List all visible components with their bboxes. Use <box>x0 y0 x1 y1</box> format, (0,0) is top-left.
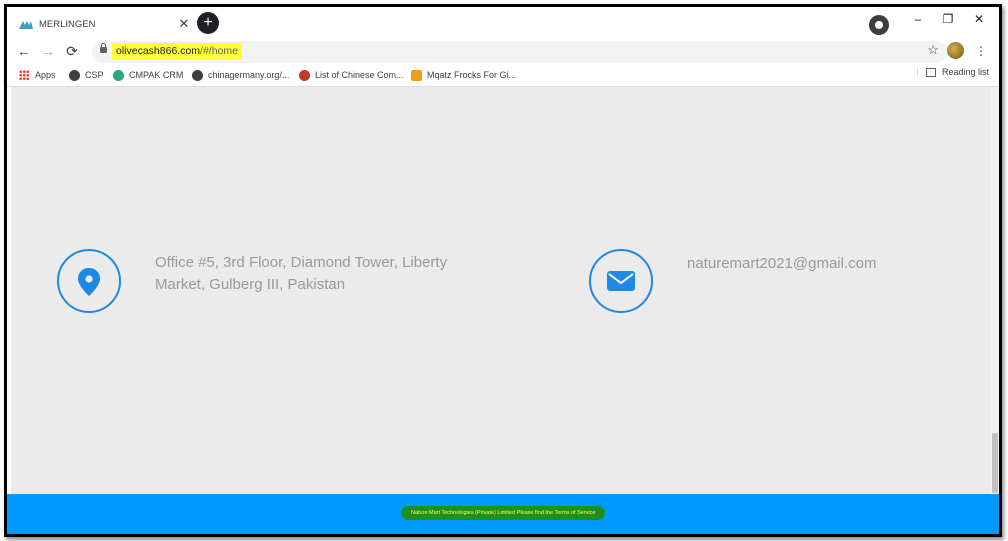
globe-icon <box>69 69 80 81</box>
tab-close-icon[interactable]: ✕ <box>177 16 191 32</box>
bookmark-label: Apps <box>35 70 56 80</box>
forward-button[interactable]: → <box>39 42 57 60</box>
bookmark-apps[interactable]: Apps <box>19 67 56 83</box>
bookmarks-bar: Apps CSP CMPAK CRM chinagermany.org/... … <box>7 64 999 87</box>
profile-avatar[interactable] <box>947 42 964 59</box>
minimize-button[interactable]: – <box>903 9 933 29</box>
lock-icon <box>100 43 107 53</box>
scrollbar-thumb[interactable] <box>992 433 998 493</box>
address-bar[interactable]: olivecash866.com/#/home ☆ <box>92 41 947 63</box>
bookmark-label: Mqatz Frocks For Gi... <box>427 70 517 80</box>
browser-window: MERLINGEN ✕ + – ❐ ✕ ← → ⟳ olivecash866.c… <box>4 4 1002 537</box>
cmpak-icon <box>113 69 124 81</box>
url-host: olivecash866.com <box>116 45 201 57</box>
tab-merlingen[interactable]: MERLINGEN ✕ <box>19 12 191 36</box>
restore-button[interactable]: ❐ <box>933 9 963 29</box>
email-circle <box>589 249 653 313</box>
bookmark-cmpak-crm[interactable]: CMPAK CRM <box>113 67 183 83</box>
site-icon <box>411 69 422 81</box>
download-indicator-icon[interactable] <box>869 15 889 35</box>
reading-list-icon <box>925 67 936 77</box>
url-text[interactable]: olivecash866.com/#/home <box>112 43 242 60</box>
globe-icon <box>192 69 203 81</box>
page-scrollbar[interactable] <box>991 87 999 494</box>
new-tab-button[interactable]: + <box>197 12 219 34</box>
site-icon <box>299 69 310 81</box>
office-address: Office #5, 3rd Floor, Diamond Tower, Lib… <box>155 254 448 293</box>
merlingen-logo-icon <box>19 21 33 29</box>
footer-terms-text[interactable]: Nature Mart Technologies (Private) Limit… <box>401 506 606 520</box>
tab-title: MERLINGEN <box>39 18 96 30</box>
page-content: Office #5, 3rd Floor, Diamond Tower, Lib… <box>11 87 991 494</box>
contact-email[interactable]: naturemart2021@gmail.com <box>687 255 876 272</box>
reading-list-label: Reading list <box>941 67 989 77</box>
back-button[interactable]: ← <box>15 42 33 60</box>
reading-list-button[interactable]: Reading list <box>916 67 989 77</box>
bookmark-mqatz[interactable]: Mqatz Frocks For Gi... <box>411 67 516 83</box>
location-circle <box>57 249 121 313</box>
bookmark-label: CSP <box>85 70 104 80</box>
bookmark-csp[interactable]: CSP <box>69 67 104 83</box>
bookmark-label: CMPAK CRM <box>129 70 184 80</box>
bookmark-chinagermany[interactable]: chinagermany.org/... <box>192 67 289 83</box>
tab-strip: MERLINGEN ✕ + – ❐ ✕ <box>7 7 999 40</box>
close-window-button[interactable]: ✕ <box>964 9 994 29</box>
bookmark-star-icon[interactable]: ☆ <box>927 42 939 58</box>
bookmark-chinese-com[interactable]: List of Chinese Com... <box>299 67 404 83</box>
location-pin-icon <box>78 268 100 296</box>
browser-toolbar: ← → ⟳ olivecash866.com/#/home ☆ ⋮ <box>7 40 999 64</box>
page-footer: Nature Mart Technologies (Private) Limit… <box>7 494 999 534</box>
bookmark-label: List of Chinese Com... <box>315 70 404 80</box>
url-path: /#/home <box>200 45 238 57</box>
bookmark-label: chinagermany.org/... <box>208 70 290 80</box>
apps-grid-icon <box>19 70 29 80</box>
browser-menu-icon[interactable]: ⋮ <box>975 42 987 60</box>
reload-button[interactable]: ⟳ <box>63 42 81 60</box>
envelope-icon <box>607 271 635 291</box>
